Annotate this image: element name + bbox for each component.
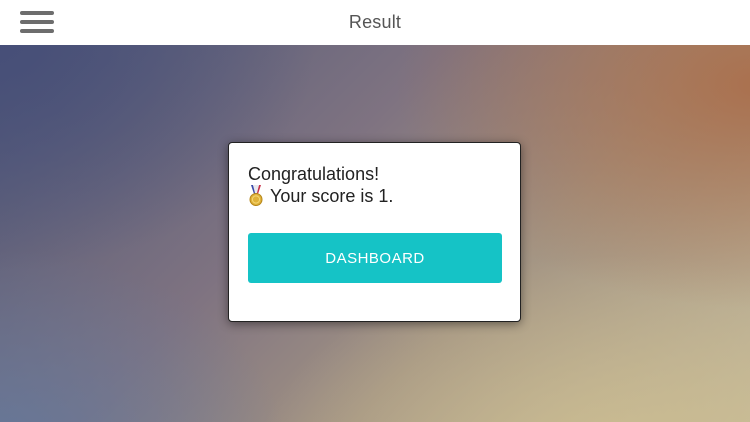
page-title: Result [348,12,402,32]
medal-icon [249,185,263,206]
result-screen: Result Congratulations! Your score is 1.… [0,0,750,422]
result-message: Congratulations! Your score is 1. [248,163,393,207]
score-text: Your score is 1. [270,186,394,206]
result-dialog: Congratulations! Your score is 1. DASHBO… [228,142,521,322]
top-bar: Result [0,0,750,45]
score-line: Your score is 1. [248,185,393,207]
congratulations-text: Congratulations! [248,164,380,184]
dashboard-button[interactable]: DASHBOARD [248,233,502,283]
